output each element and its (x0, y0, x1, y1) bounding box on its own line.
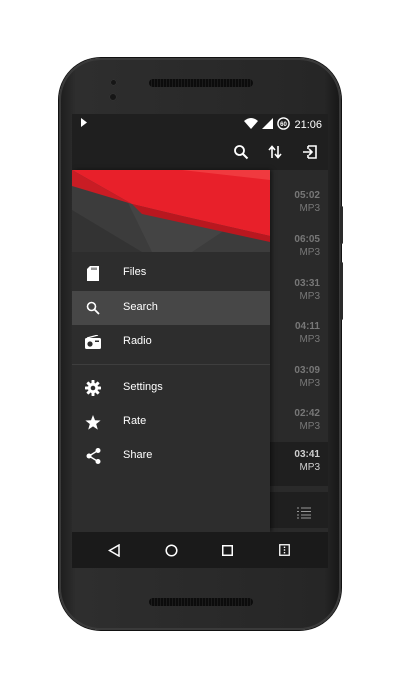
exit-icon[interactable] (300, 142, 320, 162)
list-item[interactable]: 05:02 MP3 (268, 183, 328, 227)
share-icon (84, 447, 102, 465)
drawer-item-label: Files (123, 266, 147, 278)
navigation-drawer: Files Search Radio Settings Rate Share (72, 170, 270, 532)
status-bar: 60 21:06 (72, 114, 328, 134)
drawer-item-rate[interactable]: Rate (72, 405, 270, 439)
drawer-item-label: Search (123, 301, 158, 313)
status-time: 21:06 (294, 119, 322, 131)
recents-icon[interactable] (218, 541, 236, 559)
list-item[interactable]: 02:42 MP3 (268, 401, 328, 445)
list-item[interactable]: 03:31 MP3 (268, 271, 328, 315)
drawer-item-label: Radio (123, 335, 152, 347)
drawer-item-label: Settings (123, 381, 163, 393)
app-bar (72, 134, 328, 170)
drawer-item-search[interactable]: Search (72, 291, 270, 325)
system-nav-bar (72, 532, 328, 568)
sd-card-icon (84, 264, 102, 282)
power-button (340, 206, 343, 244)
drawer-divider (72, 364, 270, 365)
drawer-header-art (72, 170, 270, 252)
wifi-icon (244, 118, 259, 132)
drawer-item-share[interactable]: Share (72, 439, 270, 473)
gear-icon (84, 379, 102, 397)
list-item[interactable]: 03:09 MP3 (268, 358, 328, 402)
drawer-item-files[interactable]: Files (72, 256, 270, 290)
star-icon (84, 413, 102, 431)
screen: 60 21:06 05:02 MP3 06:05 MP3 03:31 MP3 0… (72, 114, 328, 568)
drawer-item-label: Rate (123, 415, 147, 427)
front-camera (109, 93, 117, 101)
volume-button (340, 262, 343, 320)
home-icon[interactable] (162, 541, 180, 559)
radio-icon (84, 333, 102, 351)
sort-icon[interactable] (265, 142, 285, 162)
front-sensor (110, 79, 117, 86)
bottom-speaker (149, 598, 253, 606)
list-item-playing[interactable]: 03:41 MP3 (268, 442, 328, 486)
list-item[interactable]: 04:11 MP3 (268, 314, 328, 358)
list-item[interactable]: 06:05 MP3 (268, 227, 328, 271)
top-speaker (149, 79, 253, 87)
battery-saver-icon: 60 (277, 117, 291, 133)
back-icon[interactable] (105, 541, 123, 559)
search-icon (84, 299, 102, 317)
drawer-item-radio[interactable]: Radio (72, 325, 270, 359)
play-icon (80, 118, 88, 130)
cell-signal-icon (262, 118, 274, 132)
drawer-item-label: Share (123, 449, 153, 461)
search-icon[interactable] (231, 142, 251, 162)
queue-list-icon[interactable] (297, 506, 311, 524)
svg-text:60: 60 (281, 122, 288, 128)
menu-icon[interactable] (275, 541, 293, 559)
drawer-item-settings[interactable]: Settings (72, 371, 270, 405)
